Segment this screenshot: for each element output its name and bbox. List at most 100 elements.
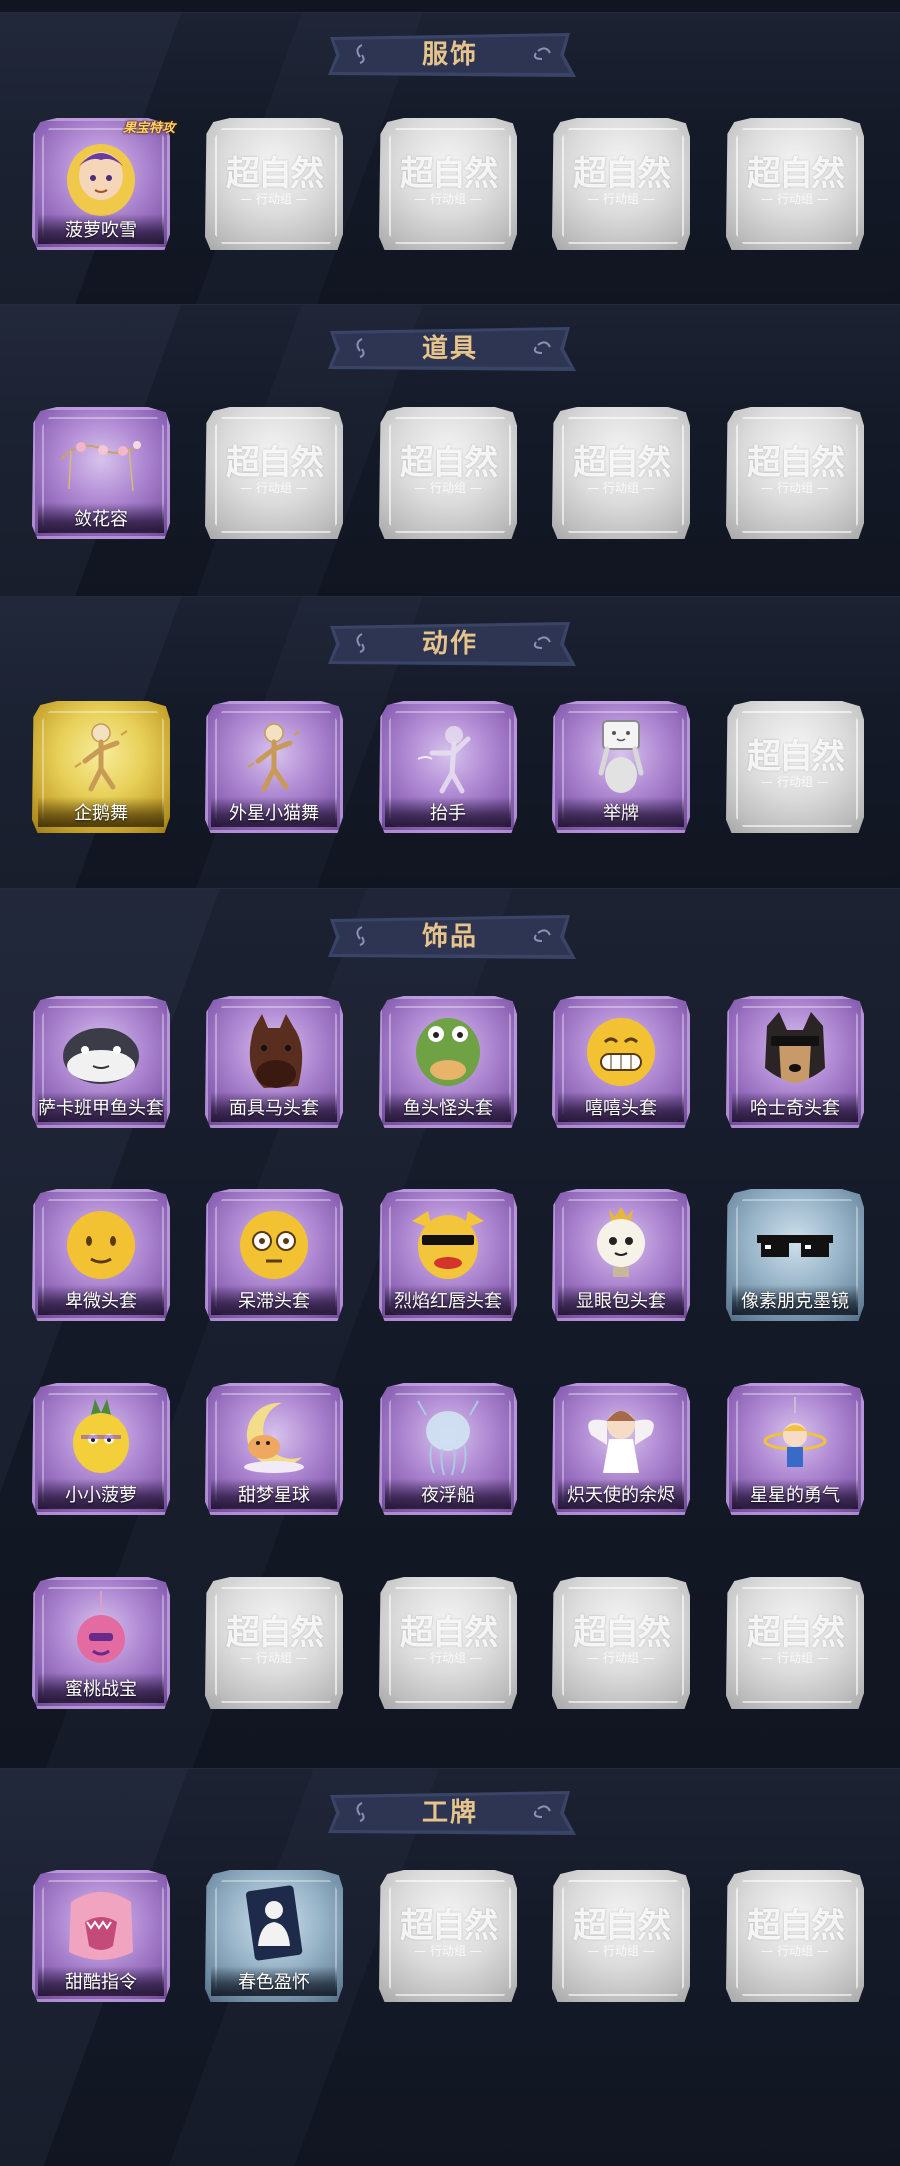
placeholder-subtitle: — 行动组 — [587,1651,655,1665]
placeholder-logo: 超自然 [226,443,324,483]
peach-charm-icon [51,1589,151,1675]
reward-card[interactable]: 烈焰红唇头套 [379,1189,517,1321]
placeholder-logo: 超自然 [573,154,671,194]
reward-name: 萨卡班甲鱼头套 [38,1098,164,1119]
fish-head-icon [51,1008,151,1094]
section-banner: 饰品 [320,913,580,961]
silhouette-card-icon [224,1882,324,1968]
reward-card[interactable]: 嘻嘻头套 [552,996,690,1128]
husky-head-icon [745,1008,845,1094]
reward-name: 菠萝吹雪 [65,220,137,241]
reward-card[interactable]: 抬手 [379,701,517,833]
reward-card[interactable]: 企鹅舞 [32,701,170,833]
placeholder-subtitle: — 行动组 — [240,1651,308,1665]
reward-name: 面具马头套 [229,1098,319,1119]
reward-name: 敛花容 [74,509,128,530]
raise-hand-figure-icon [398,713,498,799]
empty-reward-slot: 超自然 — 行动组 — [726,118,864,250]
reward-card[interactable]: 像素朋克墨镜 [726,1189,864,1321]
section-title: 饰品 [421,922,478,952]
reward-card[interactable]: 呆滞头套 [205,1189,343,1321]
placeholder-logo: 超自然 [400,1613,498,1653]
reward-name: 像素朋克墨镜 [741,1291,849,1312]
placeholder-subtitle: — 行动组 — [414,481,482,495]
placeholder-subtitle: — 行动组 — [587,481,655,495]
reward-name: 蜜桃战宝 [65,1679,137,1700]
placeholder-logo: 超自然 [747,154,845,194]
placeholder-logo: 超自然 [400,154,498,194]
reward-card[interactable]: 甜酷指令 [32,1870,170,2002]
reward-name: 嘻嘻头套 [585,1098,657,1119]
reward-card[interactable]: 炽天使的余烬 [552,1383,690,1515]
reward-name: 卑微头套 [65,1291,137,1312]
reward-card[interactable]: 敛花容 [32,407,170,539]
reward-card[interactable]: 卑微头套 [32,1189,170,1321]
dance-figure-icon [224,713,324,799]
dance-figure-icon [51,713,151,799]
reward-name: 哈士奇头套 [750,1098,840,1119]
reward-card[interactable]: 星星的勇气 [726,1383,864,1515]
reward-card[interactable]: 春色盈怀 [205,1870,343,2002]
reward-name: 炽天使的余烬 [567,1485,675,1506]
empty-reward-slot: 超自然 — 行动组 — [552,1870,690,2002]
collab-badge: 果宝特攻 [122,121,175,136]
placeholder-subtitle: — 行动组 — [240,481,308,495]
empty-reward-slot: 超自然 — 行动组 — [726,1577,864,1709]
placeholder-logo: 超自然 [573,443,671,483]
placeholder-logo: 超自然 [573,1906,671,1946]
reward-card[interactable]: 甜梦星球 [205,1383,343,1515]
reward-card[interactable]: 夜浮船 [379,1383,517,1515]
empty-reward-slot: 超自然 — 行动组 — [379,1577,517,1709]
placeholder-logo: 超自然 [747,1906,845,1946]
empty-reward-slot: 超自然 — 行动组 — [205,118,343,250]
placeholder-logo: 超自然 [747,443,845,483]
reward-name: 甜酷指令 [65,1972,137,1993]
pikachu-head-icon [398,1201,498,1287]
placeholder-logo: 超自然 [747,1613,845,1653]
reward-name: 企鹅舞 [74,803,128,824]
character-portrait-icon [51,130,151,216]
reward-name: 鱼头怪头套 [403,1098,493,1119]
section-title: 服饰 [421,40,478,70]
reward-card[interactable]: 鱼头怪头套 [379,996,517,1128]
shy-emoji-icon [51,1201,151,1287]
placeholder-subtitle: — 行动组 — [761,775,829,789]
empty-reward-slot: 超自然 — 行动组 — [205,407,343,539]
stare-emoji-icon [224,1201,324,1287]
reward-card[interactable]: 蜜桃战宝 [32,1577,170,1709]
reward-card[interactable]: 面具马头套 [205,996,343,1128]
placeholder-logo: 超自然 [226,154,324,194]
placeholder-subtitle: — 行动组 — [587,1944,655,1958]
empty-reward-slot: 超自然 — 行动组 — [379,118,517,250]
empty-reward-slot: 超自然 — 行动组 — [379,407,517,539]
reward-card[interactable]: 显眼包头套 [552,1189,690,1321]
empty-reward-slot: 超自然 — 行动组 — [552,407,690,539]
jellyfish-icon [398,1395,498,1481]
reward-card[interactable]: 外星小猫舞 [205,701,343,833]
placeholder-subtitle: — 行动组 — [414,192,482,206]
placeholder-logo: 超自然 [400,1906,498,1946]
section-banner: 道具 [320,325,580,373]
reward-card[interactable]: 小小菠萝 [32,1383,170,1515]
reward-card[interactable]: 果宝特攻 菠萝吹雪 [32,118,175,250]
section-banner: 动作 [320,620,580,668]
reward-name: 甜梦星球 [238,1485,310,1506]
reward-name: 小小菠萝 [65,1485,137,1506]
reward-name: 举牌 [603,803,639,824]
reward-card[interactable]: 哈士奇头套 [726,996,864,1128]
empty-reward-slot: 超自然 — 行动组 — [726,701,864,833]
reward-name: 春色盈怀 [238,1972,310,1993]
frog-head-icon [398,1008,498,1094]
reward-name: 抬手 [430,803,466,824]
section-title: 动作 [421,629,478,659]
reward-name: 外星小猫舞 [229,803,319,824]
placeholder-subtitle: — 行动组 — [414,1651,482,1665]
placeholder-subtitle: — 行动组 — [761,481,829,495]
section-banner: 工牌 [320,1789,580,1837]
reward-card[interactable]: 举牌 [552,701,690,833]
reward-card[interactable]: 萨卡班甲鱼头套 [32,996,170,1128]
placeholder-subtitle: — 行动组 — [587,192,655,206]
empty-reward-slot: 超自然 — 行动组 — [726,407,864,539]
reward-name: 呆滞头套 [238,1291,310,1312]
placeholder-subtitle: — 行动组 — [240,192,308,206]
